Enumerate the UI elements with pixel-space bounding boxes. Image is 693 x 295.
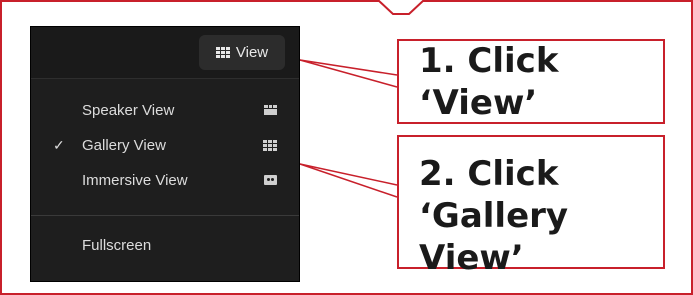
zoom-window: View Speaker View ✓ Gallery View Immersi… bbox=[31, 27, 299, 281]
menu-divider bbox=[31, 215, 299, 216]
callout-step-1: 1. Click ‘View’ bbox=[397, 39, 665, 124]
callout-step-2-line-1: 2. Click bbox=[419, 154, 559, 194]
speaker-view-icon bbox=[264, 105, 278, 115]
menu-item-immersive-view[interactable]: Immersive View bbox=[31, 164, 299, 196]
view-menu: Speaker View ✓ Gallery View Immersive Vi… bbox=[31, 85, 299, 281]
callout-step-2: 2. Click ‘Gallery View’ bbox=[397, 135, 665, 278]
callout-step-1-text: 1. Click ‘View’ bbox=[419, 40, 559, 123]
checkmark-icon: ✓ bbox=[53, 136, 65, 153]
immersive-view-icon bbox=[264, 175, 277, 185]
gallery-grid-icon bbox=[263, 139, 277, 151]
gallery-grid-icon bbox=[215, 47, 230, 58]
view-button[interactable]: View bbox=[199, 35, 285, 70]
callout-step-2-line-2: ‘Gallery View’ bbox=[419, 196, 569, 278]
menu-item-label: Speaker View bbox=[82, 101, 175, 119]
menu-item-label: Gallery View bbox=[82, 136, 166, 154]
menu-item-gallery-view[interactable]: ✓ Gallery View bbox=[31, 129, 299, 161]
menu-item-label: Fullscreen bbox=[82, 236, 152, 254]
menu-item-fullscreen[interactable]: Fullscreen bbox=[31, 229, 299, 261]
view-button-label: View bbox=[235, 44, 269, 61]
top-toolbar: View bbox=[31, 27, 299, 79]
menu-item-speaker-view[interactable]: Speaker View bbox=[31, 94, 299, 126]
menu-item-label: Immersive View bbox=[82, 171, 188, 189]
